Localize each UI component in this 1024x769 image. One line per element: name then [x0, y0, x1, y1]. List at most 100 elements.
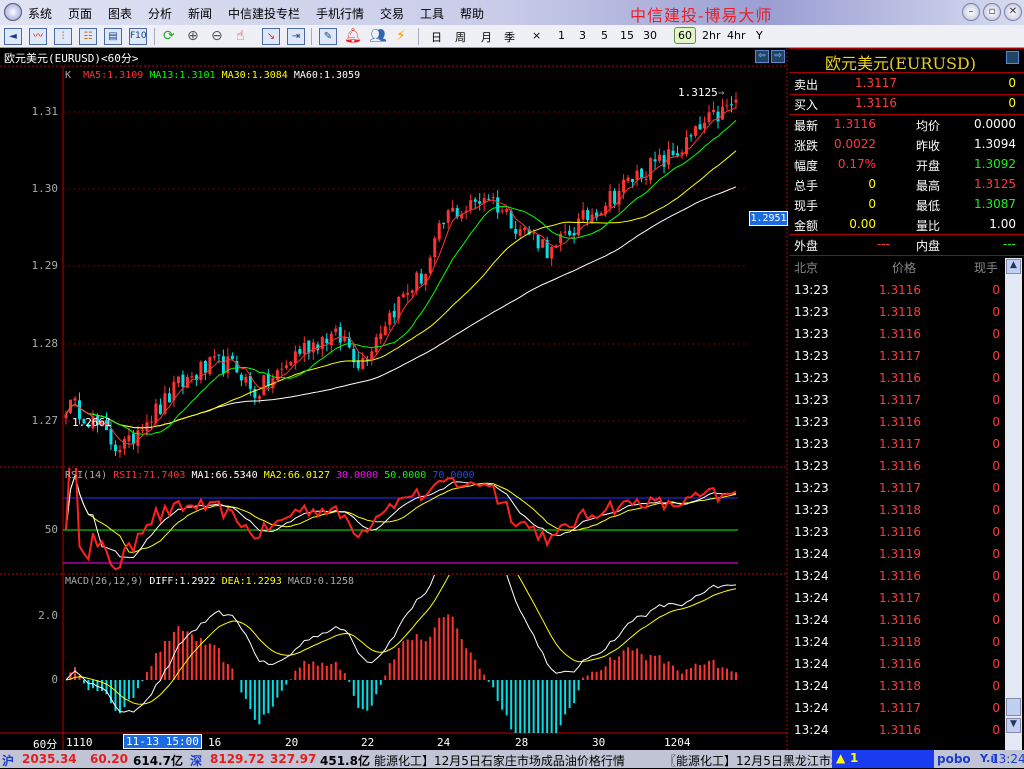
quote-value: 0 — [868, 177, 876, 191]
price-tick: 1.30 — [31, 182, 59, 195]
tick-time: 13:24 — [794, 635, 829, 649]
candle-body — [244, 376, 248, 383]
candle-body — [334, 328, 338, 333]
candle-body — [478, 201, 482, 204]
quote-label: 总手 — [794, 179, 819, 193]
tick-time: 13:24 — [794, 657, 829, 671]
quote-label: 最新 — [794, 119, 819, 133]
tick-time: 13:23 — [794, 393, 829, 407]
candle-body — [154, 403, 158, 424]
candle-body — [491, 196, 495, 199]
tick-volume: 0 — [992, 701, 1000, 715]
macd-value: MACD:0.1258 — [287, 576, 355, 587]
sz-label: 深 — [190, 754, 203, 768]
low-price-label: 1.2661 — [72, 416, 112, 429]
candle-body — [518, 229, 522, 236]
candle-body — [514, 229, 518, 234]
candle-body — [523, 227, 527, 230]
candle-body — [635, 170, 639, 180]
tick-price: 1.3117 — [879, 349, 921, 363]
maximize-panel-icon[interactable] — [1006, 51, 1019, 64]
candle-body — [730, 104, 734, 106]
candle-body — [608, 190, 612, 208]
minimize-icon[interactable]: – — [962, 3, 980, 21]
tick-time: 13:23 — [794, 415, 829, 429]
tick-time: 13:24 — [794, 723, 829, 737]
candle-body — [109, 428, 113, 445]
candle-body — [433, 238, 437, 258]
tick-volume: 0 — [992, 503, 1000, 517]
candle-body — [140, 430, 144, 432]
candle-body — [653, 159, 657, 162]
tick-time: 13:24 — [794, 547, 829, 561]
quote-label: 最高 — [916, 179, 941, 193]
quote-title: 欧元美元(EURUSD) — [825, 54, 976, 73]
news-ticker-2[interactable]: 〖能源化工】12月5日黑龙江市场成 — [664, 752, 855, 769]
quote-value: 1.3094 — [974, 137, 1016, 151]
candle-body — [667, 149, 671, 165]
quote-label: 量比 — [916, 219, 941, 233]
tick-volume: 0 — [992, 481, 1000, 495]
candle-body — [505, 209, 509, 212]
tick-volume: 0 — [992, 415, 1000, 429]
tick-price: 1.3116 — [879, 657, 921, 671]
quote-label: 涨跌 — [794, 139, 819, 153]
alert-icon: ▲ — [836, 751, 846, 765]
tick-scrollbar[interactable]: ▲ ▼ — [1005, 258, 1022, 750]
ma5-line — [65, 107, 737, 445]
candle-body — [541, 239, 545, 248]
chart-canvas[interactable] — [0, 0, 788, 750]
candle-body — [208, 357, 212, 375]
outer-label: 外盘 — [794, 239, 819, 253]
quote-value: 0.00 — [849, 217, 876, 231]
candle-body — [428, 257, 432, 274]
candle-body — [703, 122, 707, 129]
candle-body — [640, 168, 644, 179]
quote-value: 1.3125 — [974, 177, 1016, 191]
tick-time: 13:24 — [794, 701, 829, 715]
scroll-right-icon[interactable]: ⇨ — [771, 50, 785, 63]
quote-label: 开盘 — [916, 159, 941, 173]
candle-body — [392, 310, 396, 318]
arrow-right-icon: → — [717, 86, 725, 99]
sh-change: 60.20 — [90, 752, 128, 766]
ma60-value: MA60:1.3059 — [293, 70, 361, 81]
high-price-value: 1.3125 — [678, 86, 718, 99]
candle-body — [343, 337, 347, 342]
tick-price: 1.3116 — [879, 283, 921, 297]
k-label: K — [65, 70, 72, 81]
tick-volume: 0 — [992, 613, 1000, 627]
news-ticker-1[interactable]: 能源化工】12月5日石家庄市场成品油价格行情 — [374, 752, 625, 769]
candle-body — [320, 336, 324, 350]
ma30-value: MA30:1.3084 — [221, 70, 288, 81]
tick-price: 1.3118 — [879, 305, 921, 319]
candle-body — [302, 342, 306, 355]
tick-volume: 0 — [992, 525, 1000, 539]
candle-body — [721, 106, 725, 120]
dea-value: DEA:1.2293 — [221, 576, 282, 587]
tick-price: 1.3116 — [879, 459, 921, 473]
candle-body — [73, 398, 77, 401]
macd-tick: 2.0 — [38, 609, 58, 622]
tick-price: 1.3118 — [879, 635, 921, 649]
scroll-down-icon[interactable]: ▼ — [1006, 718, 1021, 733]
candle-body — [190, 376, 194, 378]
quote-label: 金额 — [794, 219, 819, 233]
tick-time: 13:23 — [794, 305, 829, 319]
candle-body — [145, 422, 149, 432]
candle-body — [442, 222, 446, 225]
tick-time: 13:23 — [794, 283, 829, 297]
tick-time: 13:24 — [794, 679, 829, 693]
restore-icon[interactable]: ▫ — [983, 3, 1001, 21]
candle-body — [325, 338, 329, 344]
tick-header-time: 北京 — [794, 261, 819, 275]
close-icon[interactable]: ✕ — [1004, 3, 1022, 21]
scroll-left-icon[interactable]: ⇦ — [755, 50, 769, 63]
candle-body — [352, 348, 356, 363]
scroll-thumb[interactable] — [1006, 698, 1021, 716]
tick-time: 13:24 — [794, 591, 829, 605]
alert-box[interactable]: ▲ 1 — [832, 750, 934, 768]
scroll-up-icon[interactable]: ▲ — [1006, 259, 1021, 274]
candle-body — [257, 396, 261, 399]
rsi-30-level: 30.0000 — [336, 470, 379, 481]
